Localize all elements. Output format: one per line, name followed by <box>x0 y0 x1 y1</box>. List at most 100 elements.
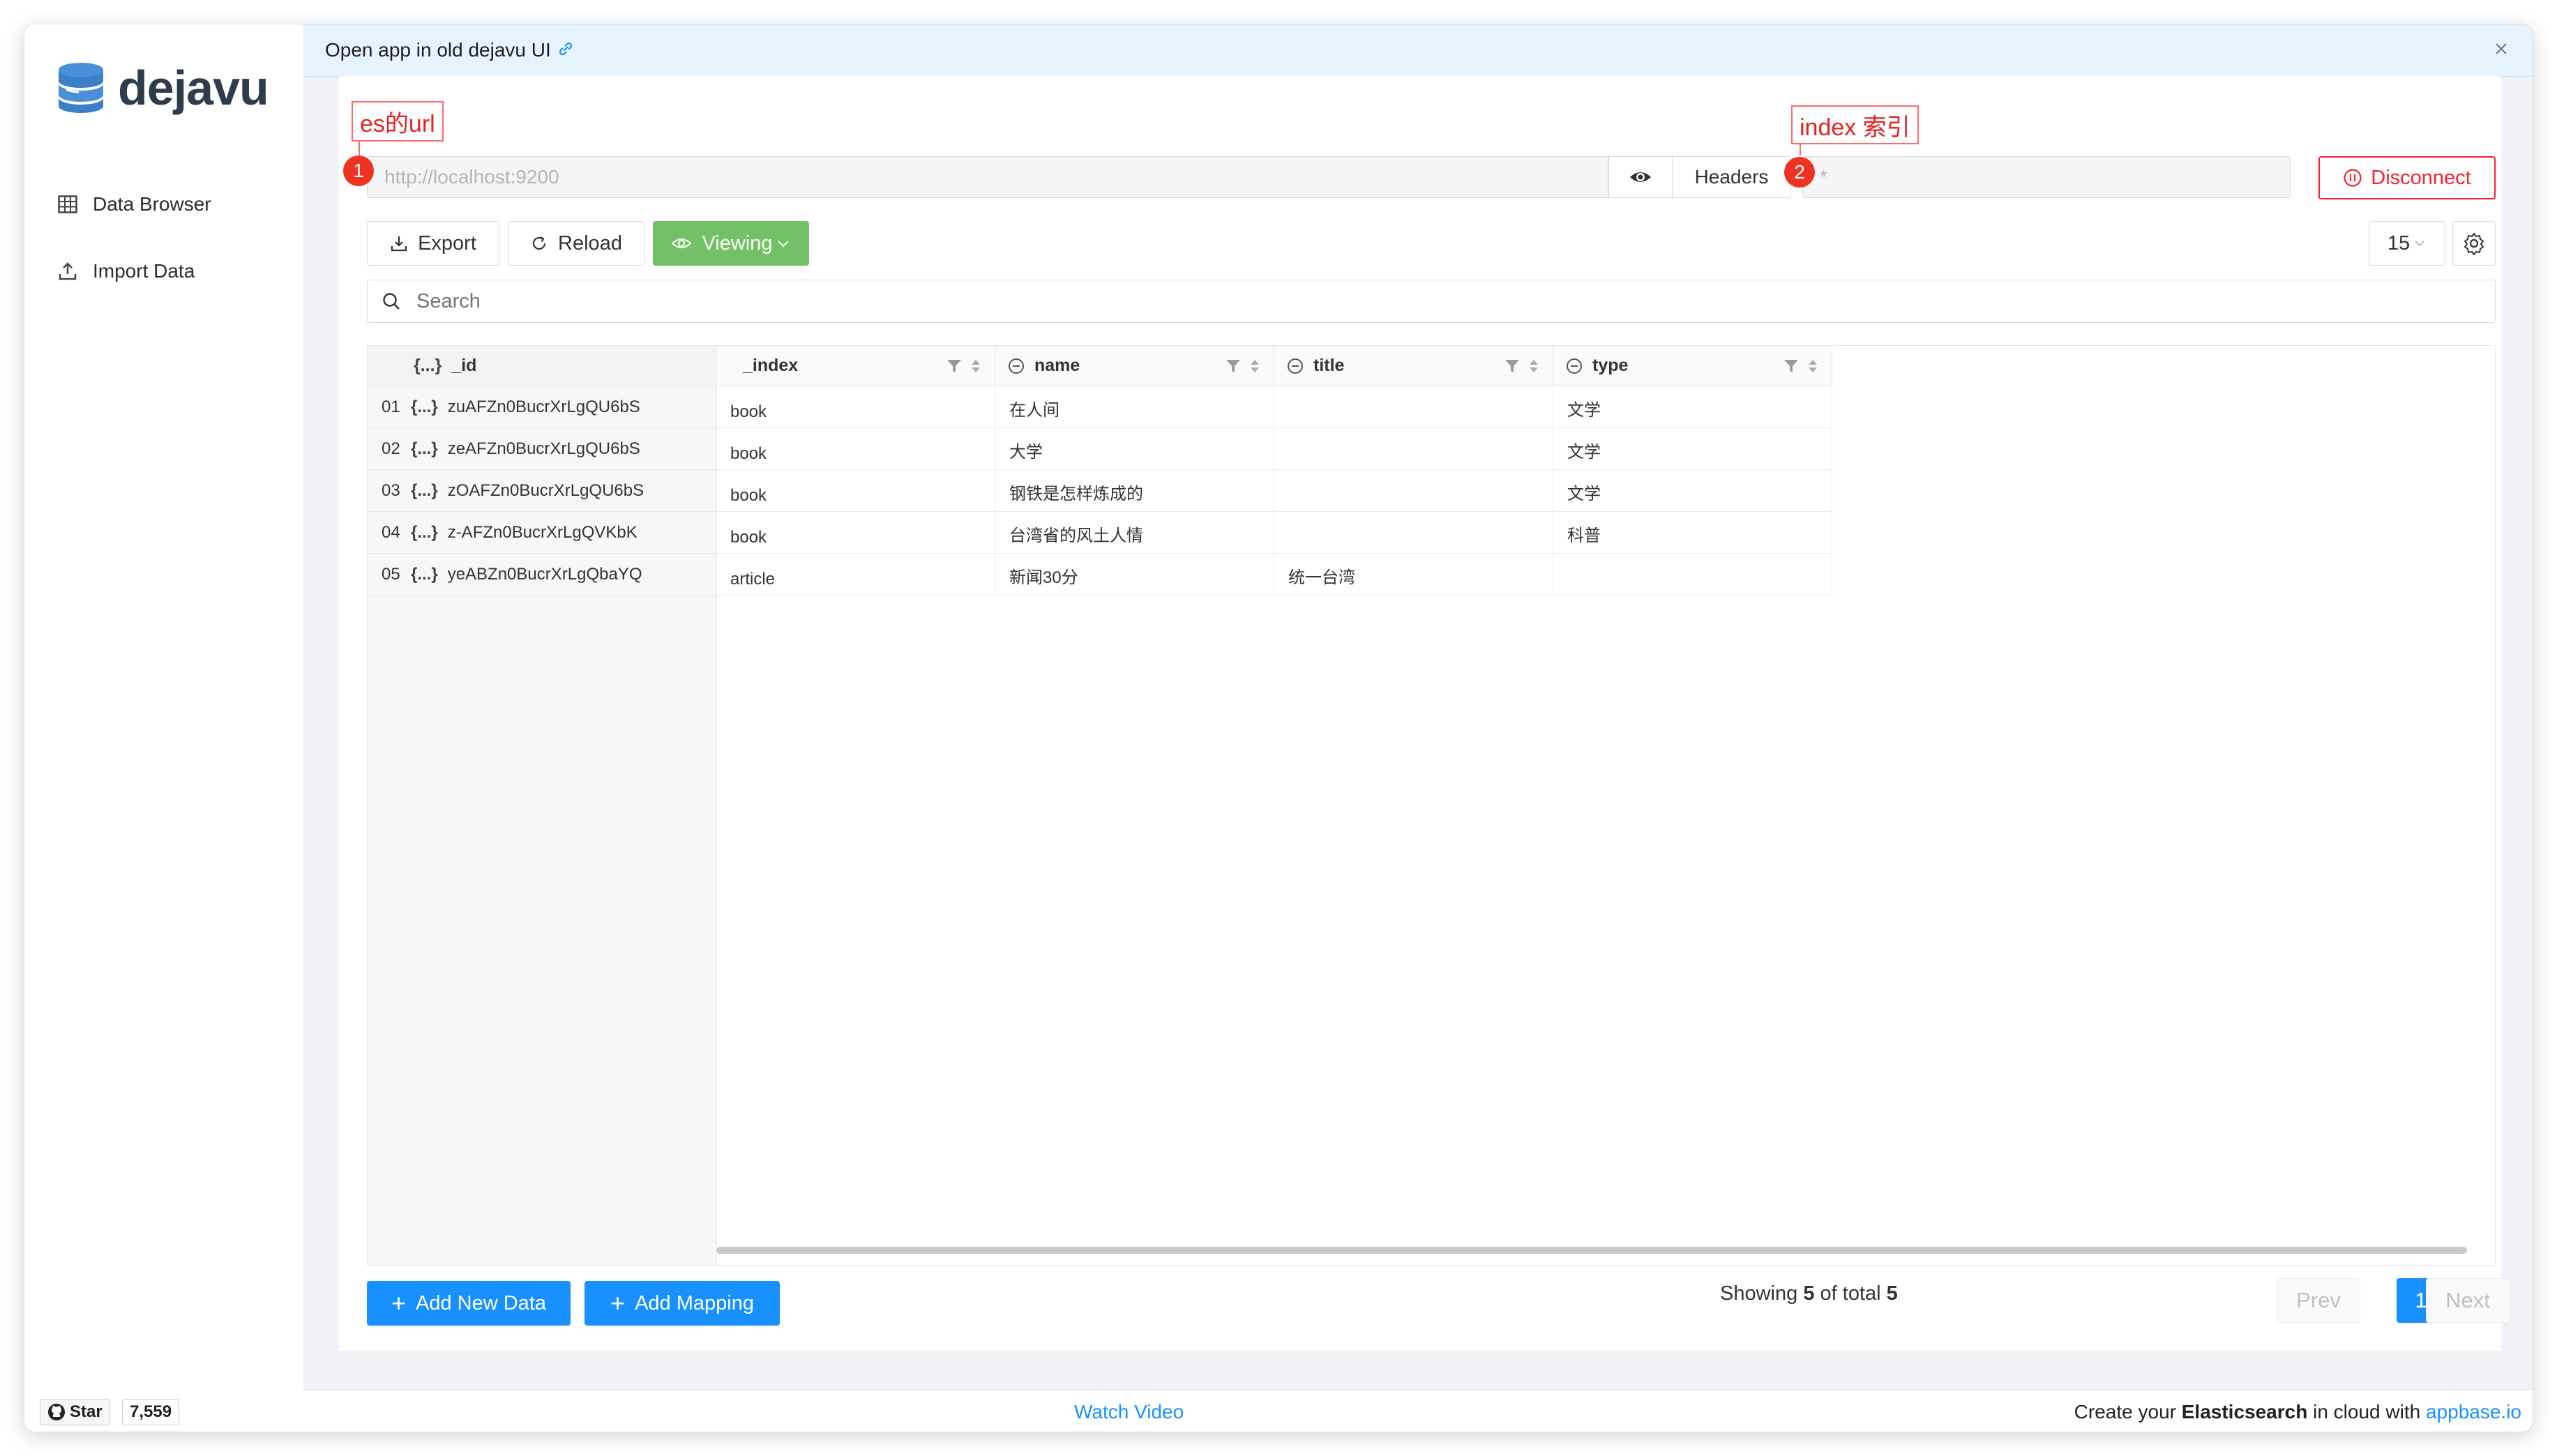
headers-button[interactable]: Headers <box>1673 156 1791 198</box>
logo[interactable]: dejavu <box>56 56 269 119</box>
showing-total-value: 5 <box>1886 1282 1898 1305</box>
export-label: Export <box>418 232 476 255</box>
column-header-title[interactable]: title <box>1274 346 1553 386</box>
cell-index[interactable]: article <box>716 554 995 596</box>
sidebar-item-label: Import Data <box>93 260 195 282</box>
sidebar-item-label: Data Browser <box>93 193 211 215</box>
cell-title[interactable] <box>1274 470 1553 512</box>
table-row-id[interactable]: 03 {...} zOAFZn0BucrXrLgQU6bS <box>368 470 716 512</box>
column-header-label: name <box>1034 356 1080 375</box>
sort-icon[interactable] <box>970 358 982 374</box>
sort-icon[interactable] <box>1528 358 1540 374</box>
doc-id: zOAFZn0BucrXrLgQU6bS <box>447 480 644 500</box>
sidebar-item-import-data[interactable]: Import Data <box>58 250 195 292</box>
column-header-label: _index <box>743 356 799 375</box>
eye-icon <box>671 238 692 248</box>
cell-name[interactable]: 台湾省的风土人情 <box>995 512 1274 554</box>
annotation-index-line <box>1800 144 1801 156</box>
cell-title[interactable]: 统一台湾 <box>1274 554 1553 596</box>
settings-button[interactable] <box>2452 221 2496 266</box>
cell-index[interactable]: book <box>716 386 995 428</box>
sidebar-item-data-browser[interactable]: Data Browser <box>58 183 211 225</box>
column-header-type[interactable]: type <box>1553 346 1832 386</box>
index-input[interactable]: * <box>1802 156 2291 198</box>
star-count[interactable]: 7,559 <box>122 1399 180 1425</box>
cell-title[interactable] <box>1274 428 1553 470</box>
github-star-button[interactable]: Star <box>40 1399 110 1425</box>
filter-icon[interactable] <box>1783 358 1800 374</box>
cell-index[interactable]: book <box>716 512 995 554</box>
cell-name[interactable]: 大学 <box>995 428 1274 470</box>
cell-type[interactable] <box>1553 554 1832 596</box>
plus-icon: + <box>610 1289 626 1317</box>
table-row-id[interactable]: 04 {...} z-AFZn0BucrXrLgQVKbK <box>368 512 716 554</box>
github-icon <box>48 1404 65 1420</box>
json-brace-icon: {...} <box>414 356 442 375</box>
json-brace-icon[interactable]: {...} <box>411 397 438 417</box>
json-brace-icon[interactable]: {...} <box>411 481 438 501</box>
table-row-id[interactable]: 01 {...} zuAFZn0BucrXrLgQU6bS <box>368 386 716 428</box>
cell-type[interactable]: 文学 <box>1553 470 1832 512</box>
json-brace-icon[interactable]: {...} <box>411 523 438 543</box>
disconnect-button[interactable]: Disconnect <box>2318 156 2496 199</box>
add-new-data-button[interactable]: + Add New Data <box>367 1281 571 1326</box>
cell-name[interactable]: 钢铁是怎样炼成的 <box>995 470 1274 512</box>
cell-title[interactable] <box>1274 512 1553 554</box>
doc-id: zeAFZn0BucrXrLgQU6bS <box>447 439 640 458</box>
banner-text[interactable]: Open app in old dejavu UI <box>325 39 551 61</box>
viewing-mode-button[interactable]: Viewing <box>653 221 809 266</box>
link-icon[interactable] <box>557 40 575 61</box>
page-size-select[interactable]: 15 <box>2369 221 2445 266</box>
json-brace-icon[interactable]: {...} <box>411 565 438 584</box>
doc-id: z-AFZn0BucrXrLgQVKbK <box>447 522 638 542</box>
add-mapping-button[interactable]: + Add Mapping <box>584 1281 780 1326</box>
add-new-data-label: Add New Data <box>416 1291 547 1314</box>
cloud-prefix: Create your <box>2074 1401 2176 1423</box>
cloud-promo: Create your Elasticsearch in cloud with … <box>2074 1401 2521 1423</box>
search-input[interactable] <box>415 289 2441 314</box>
sort-icon[interactable] <box>1807 358 1819 374</box>
next-page-button[interactable]: Next <box>2426 1278 2510 1323</box>
annotation-url-number: 1 <box>343 156 374 186</box>
column-header-label: type <box>1592 356 1629 375</box>
prev-page-button[interactable]: Prev <box>2277 1278 2360 1323</box>
column-header-label: _id <box>451 356 477 375</box>
text-type-icon <box>1009 358 1024 374</box>
table-row-id[interactable]: 02 {...} zeAFZn0BucrXrLgQU6bS <box>368 428 716 470</box>
chevron-down-icon <box>777 241 789 248</box>
filter-icon[interactable] <box>946 358 963 374</box>
watch-video-link[interactable]: Watch Video <box>1074 1401 1184 1423</box>
cell-title[interactable] <box>1274 386 1553 428</box>
cell-name[interactable]: 新闻30分 <box>995 554 1274 596</box>
search-bar[interactable] <box>367 280 2496 323</box>
sidebar: dejavu Data Browser Import Data <box>24 24 304 1391</box>
showing-mid: of total <box>1820 1282 1881 1305</box>
sort-icon[interactable] <box>1249 358 1261 374</box>
cloud-mid: in cloud with <box>2313 1401 2421 1423</box>
cell-index[interactable]: book <box>716 428 995 470</box>
annotation-url-line <box>359 142 360 156</box>
close-icon[interactable] <box>2491 38 2512 63</box>
json-brace-icon[interactable]: {...} <box>411 439 438 459</box>
cell-type[interactable]: 文学 <box>1553 428 1832 470</box>
column-header-name[interactable]: name <box>995 346 1274 386</box>
es-url-input[interactable]: http://localhost:9200 <box>367 156 1608 198</box>
filter-icon[interactable] <box>1225 358 1242 374</box>
app-window: dejavu Data Browser Import Data Open app… <box>24 24 2533 1432</box>
column-header-index[interactable]: _index <box>716 346 995 386</box>
horizontal-scrollbar[interactable] <box>716 1247 2467 1254</box>
cell-index[interactable]: book <box>716 470 995 512</box>
filter-icon[interactable] <box>1504 358 1521 374</box>
table-row-id[interactable]: 05 {...} yeABZn0BucrXrLgQbaYQ <box>368 554 716 596</box>
cell-type[interactable]: 文学 <box>1553 386 1832 428</box>
annotation-index-label: index 索引 <box>1791 105 1919 144</box>
cell-name[interactable]: 在人间 <box>995 386 1274 428</box>
showing-count: Showing 5 of total 5 <box>1720 1282 1898 1305</box>
appbase-link[interactable]: appbase.io <box>2426 1401 2521 1423</box>
show-url-button[interactable] <box>1608 156 1673 198</box>
eye-icon <box>1630 172 1651 182</box>
export-button[interactable]: Export <box>367 221 499 266</box>
cell-type[interactable]: 科普 <box>1553 512 1832 554</box>
reload-button[interactable]: Reload <box>508 221 644 266</box>
column-header-id[interactable]: {...} _id <box>368 346 716 386</box>
